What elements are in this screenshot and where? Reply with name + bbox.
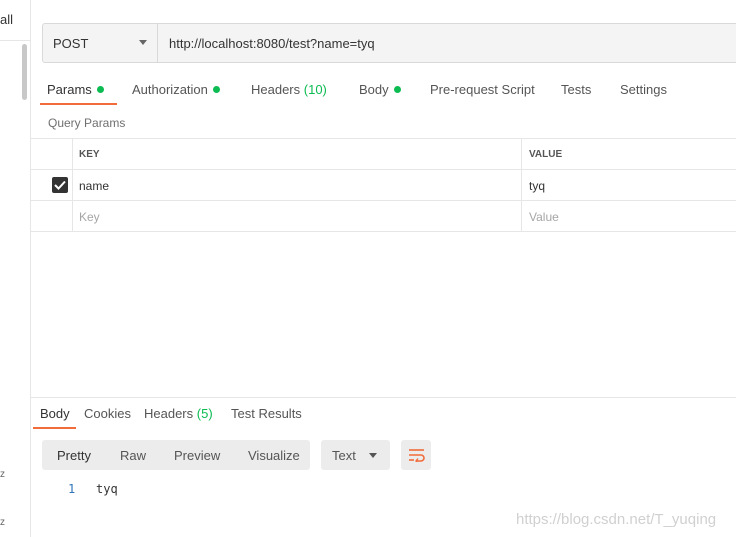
url-bar: POST http://localhost:8080/test?name=tyq	[42, 23, 736, 63]
wrap-lines-button[interactable]	[401, 440, 431, 470]
response-headers-count: (5)	[196, 406, 213, 421]
tab-label: Body	[359, 82, 389, 97]
method-label: POST	[53, 36, 89, 51]
value-input[interactable]: Value	[529, 210, 559, 224]
format-raw-button[interactable]: Raw	[120, 448, 146, 463]
key-column-header: KEY	[79, 149, 100, 160]
tab-cookies[interactable]: Cookies	[84, 406, 131, 421]
response-type-select[interactable]: Text	[321, 440, 390, 470]
method-select[interactable]: POST	[43, 24, 158, 62]
active-response-tab-indicator	[33, 427, 76, 429]
tab-label: Settings	[620, 82, 667, 97]
check-column-header	[31, 139, 73, 169]
tab-authorization[interactable]: Authorization	[132, 82, 220, 97]
tab-response-body[interactable]: Body	[40, 406, 70, 421]
value-column-header: VALUE	[529, 149, 563, 160]
watermark: https://blog.csdn.net/T_yuqing	[516, 511, 717, 528]
tab-label: Authorization	[132, 82, 208, 97]
sidebar-scrollbar[interactable]	[22, 44, 27, 100]
tab-label: Headers	[251, 82, 301, 97]
format-preview-button[interactable]: Preview	[174, 448, 220, 463]
response-body-text: tyq	[96, 482, 118, 496]
status-dot-icon	[212, 86, 220, 93]
tab-pre-request-script[interactable]: Pre-request Script	[430, 82, 535, 97]
param-checkbox[interactable]	[52, 177, 68, 193]
sidebar: all z z	[0, 0, 31, 537]
tab-label: Pre-request Script	[430, 82, 535, 97]
format-toggle-group: Pretty Raw Preview Visualize	[42, 440, 310, 470]
status-dot-icon	[393, 86, 401, 93]
table-header-row: KEY VALUE	[31, 138, 736, 169]
sidebar-item[interactable]: z	[0, 517, 5, 528]
tab-label: Tests	[561, 82, 592, 97]
response-type-label: Text	[332, 448, 356, 463]
query-params-title: Query Params	[48, 116, 126, 130]
table-row: name tyq	[31, 169, 736, 200]
checkbox-cell	[31, 201, 73, 231]
table-row-empty: Key Value	[31, 200, 736, 232]
tab-test-results[interactable]: Test Results	[231, 406, 302, 421]
format-visualize-button[interactable]: Visualize	[248, 448, 300, 463]
tab-headers[interactable]: Headers (10)	[251, 82, 327, 97]
sidebar-divider	[0, 40, 30, 41]
chevron-down-icon	[139, 40, 147, 45]
param-key[interactable]: name	[79, 179, 109, 193]
tab-settings[interactable]: Settings	[620, 82, 667, 97]
status-dot-icon	[96, 86, 104, 93]
tab-response-headers[interactable]: Headers (5)	[144, 406, 213, 421]
chevron-down-icon	[369, 453, 377, 458]
headers-count: (10)	[303, 82, 327, 97]
tab-tests[interactable]: Tests	[561, 82, 591, 97]
tab-params[interactable]: Params	[47, 82, 104, 97]
response-divider[interactable]	[31, 397, 736, 398]
tab-body[interactable]: Body	[359, 82, 401, 97]
tab-label: Params	[47, 82, 92, 97]
sidebar-item[interactable]: z	[0, 469, 5, 480]
line-number: 1	[68, 482, 76, 496]
url-input[interactable]: http://localhost:8080/test?name=tyq	[169, 36, 375, 51]
sidebar-label[interactable]: all	[0, 12, 13, 27]
checkmark-icon	[54, 180, 66, 190]
active-tab-indicator	[40, 103, 117, 105]
key-input[interactable]: Key	[79, 210, 100, 224]
wrap-lines-icon	[409, 449, 425, 462]
format-pretty-button[interactable]: Pretty	[57, 448, 91, 463]
param-value[interactable]: tyq	[529, 179, 545, 193]
tab-label: Headers	[144, 406, 194, 421]
checkbox-cell	[31, 170, 73, 200]
